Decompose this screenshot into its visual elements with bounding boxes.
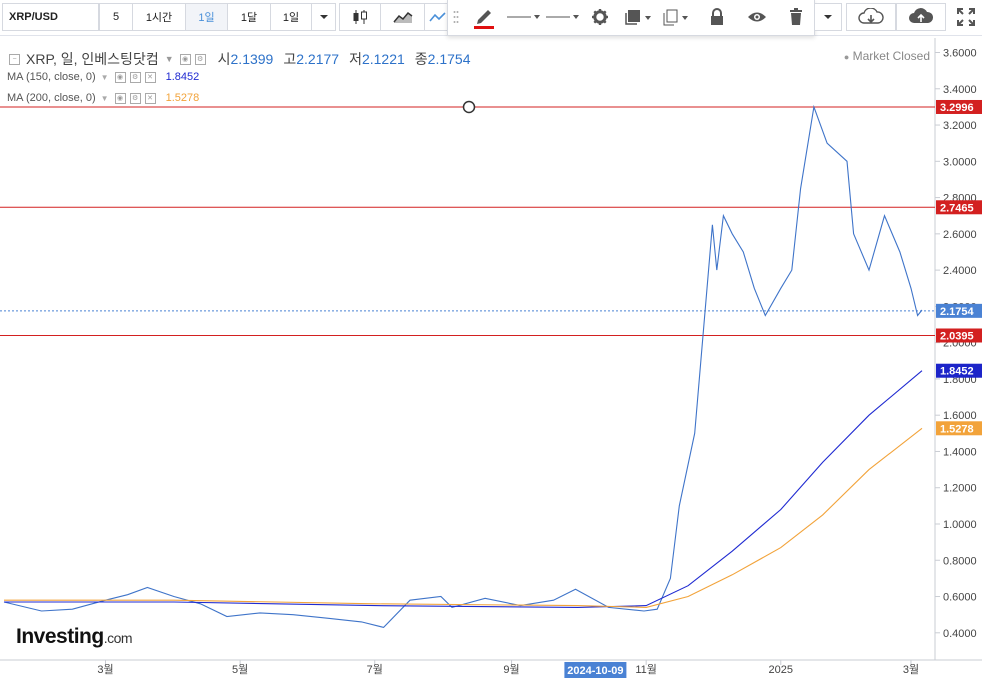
ma200-price-label: 1.5278: [940, 423, 974, 435]
collapse-icon[interactable]: −: [9, 53, 20, 65]
y-tick-label: 1.6000: [943, 410, 977, 422]
close-icon[interactable]: ✕: [144, 71, 156, 83]
chevron-down-icon[interactable]: ▼: [165, 54, 174, 64]
y-tick-label: 1.2000: [943, 483, 977, 495]
investing-logo: Investing.com: [16, 625, 133, 648]
y-tick-label: 1.0000: [943, 519, 977, 531]
series-lines: [3, 104, 923, 629]
x-tick-label: 3월: [903, 663, 919, 676]
price-series-line: [3, 104, 923, 629]
eye-icon[interactable]: ◉: [114, 92, 126, 104]
x-tick-label: 5월: [232, 663, 248, 676]
open-value: 2.1399: [230, 51, 274, 67]
line-drag-handle: [462, 100, 476, 114]
ma150-price-label: 1.8452: [940, 366, 974, 378]
hline-price-label: 3.2996: [940, 102, 974, 114]
high-label: 고: [283, 51, 297, 67]
ma200-label: MA (200, close, 0): [7, 92, 96, 104]
crosshair-date-label: 2024-10-09: [567, 665, 623, 677]
ma200-value: 1.5278: [165, 92, 200, 104]
y-tick-label: 3.6000: [943, 48, 977, 60]
eye-icon[interactable]: ◉: [114, 71, 126, 83]
close-value: 2.1754: [427, 51, 471, 67]
market-status: ● Market Closed: [843, 49, 930, 63]
high-value: 2.2177: [296, 51, 340, 67]
ma200-series-line: [4, 427, 923, 608]
x-tick-label: 3월: [97, 663, 113, 676]
close-icon[interactable]: ✕: [144, 92, 156, 104]
y-tick-label: 1.4000: [943, 446, 977, 458]
x-tick-label: 7월: [367, 663, 383, 676]
ma150-legend: MA (150, close, 0) ▼ ◉ ⚙ ✕ 1.8452: [7, 71, 199, 83]
y-tick-label: 2.6000: [943, 229, 977, 241]
y-tick-label: 3.2000: [943, 120, 977, 132]
x-axis: 3월 5월 7월 9월 11월 2025 3월 2024-10-09: [97, 660, 919, 678]
x-tick-label: 2025: [769, 664, 793, 676]
chevron-down-icon[interactable]: ▼: [101, 73, 109, 82]
y-tick-label: 0.6000: [943, 592, 977, 604]
y-tick-label: 2.4000: [943, 265, 977, 277]
eye-icon[interactable]: ◉: [179, 53, 191, 65]
main-legend: − XRP, 일, 인베스팅닷컴 ▼ ◉ ⚙ 시 2.1399 고 2.2177 저…: [7, 49, 471, 69]
close-label: 종: [414, 51, 428, 67]
last-price-label: 2.1754: [940, 306, 975, 318]
series-title: XRP, 일, 인베스팅닷컴: [26, 51, 159, 67]
horizontal-lines[interactable]: [0, 100, 935, 336]
low-value: 2.1221: [361, 51, 405, 67]
open-label: 시: [217, 51, 231, 67]
y-tick-label: 3.0000: [943, 156, 977, 168]
hline-price-label: 2.7465: [940, 202, 974, 214]
chevron-down-icon[interactable]: ▼: [101, 94, 109, 103]
ma150-series-line: [4, 370, 923, 608]
ma200-legend: MA (200, close, 0) ▼ ◉ ⚙ ✕ 1.5278: [7, 92, 199, 104]
hline-price-label: 2.0395: [940, 330, 974, 342]
ma150-label: MA (150, close, 0): [7, 71, 96, 83]
low-label: 저: [349, 51, 362, 67]
x-tick-label: 9월: [503, 663, 519, 676]
y-axis: 3.60003.40003.20003.00002.80002.60002.40…: [935, 48, 977, 640]
gear-icon[interactable]: ⚙: [194, 53, 206, 65]
x-tick-label: 11월: [635, 663, 657, 676]
gear-icon[interactable]: ⚙: [129, 71, 141, 83]
status-dot-icon: ●: [843, 52, 850, 62]
y-tick-label: 3.4000: [943, 84, 977, 96]
y-tick-label: 0.8000: [943, 555, 977, 567]
y-tick-label: 0.4000: [943, 628, 977, 640]
ma150-value: 1.8452: [165, 71, 200, 83]
gear-icon[interactable]: ⚙: [129, 92, 141, 104]
